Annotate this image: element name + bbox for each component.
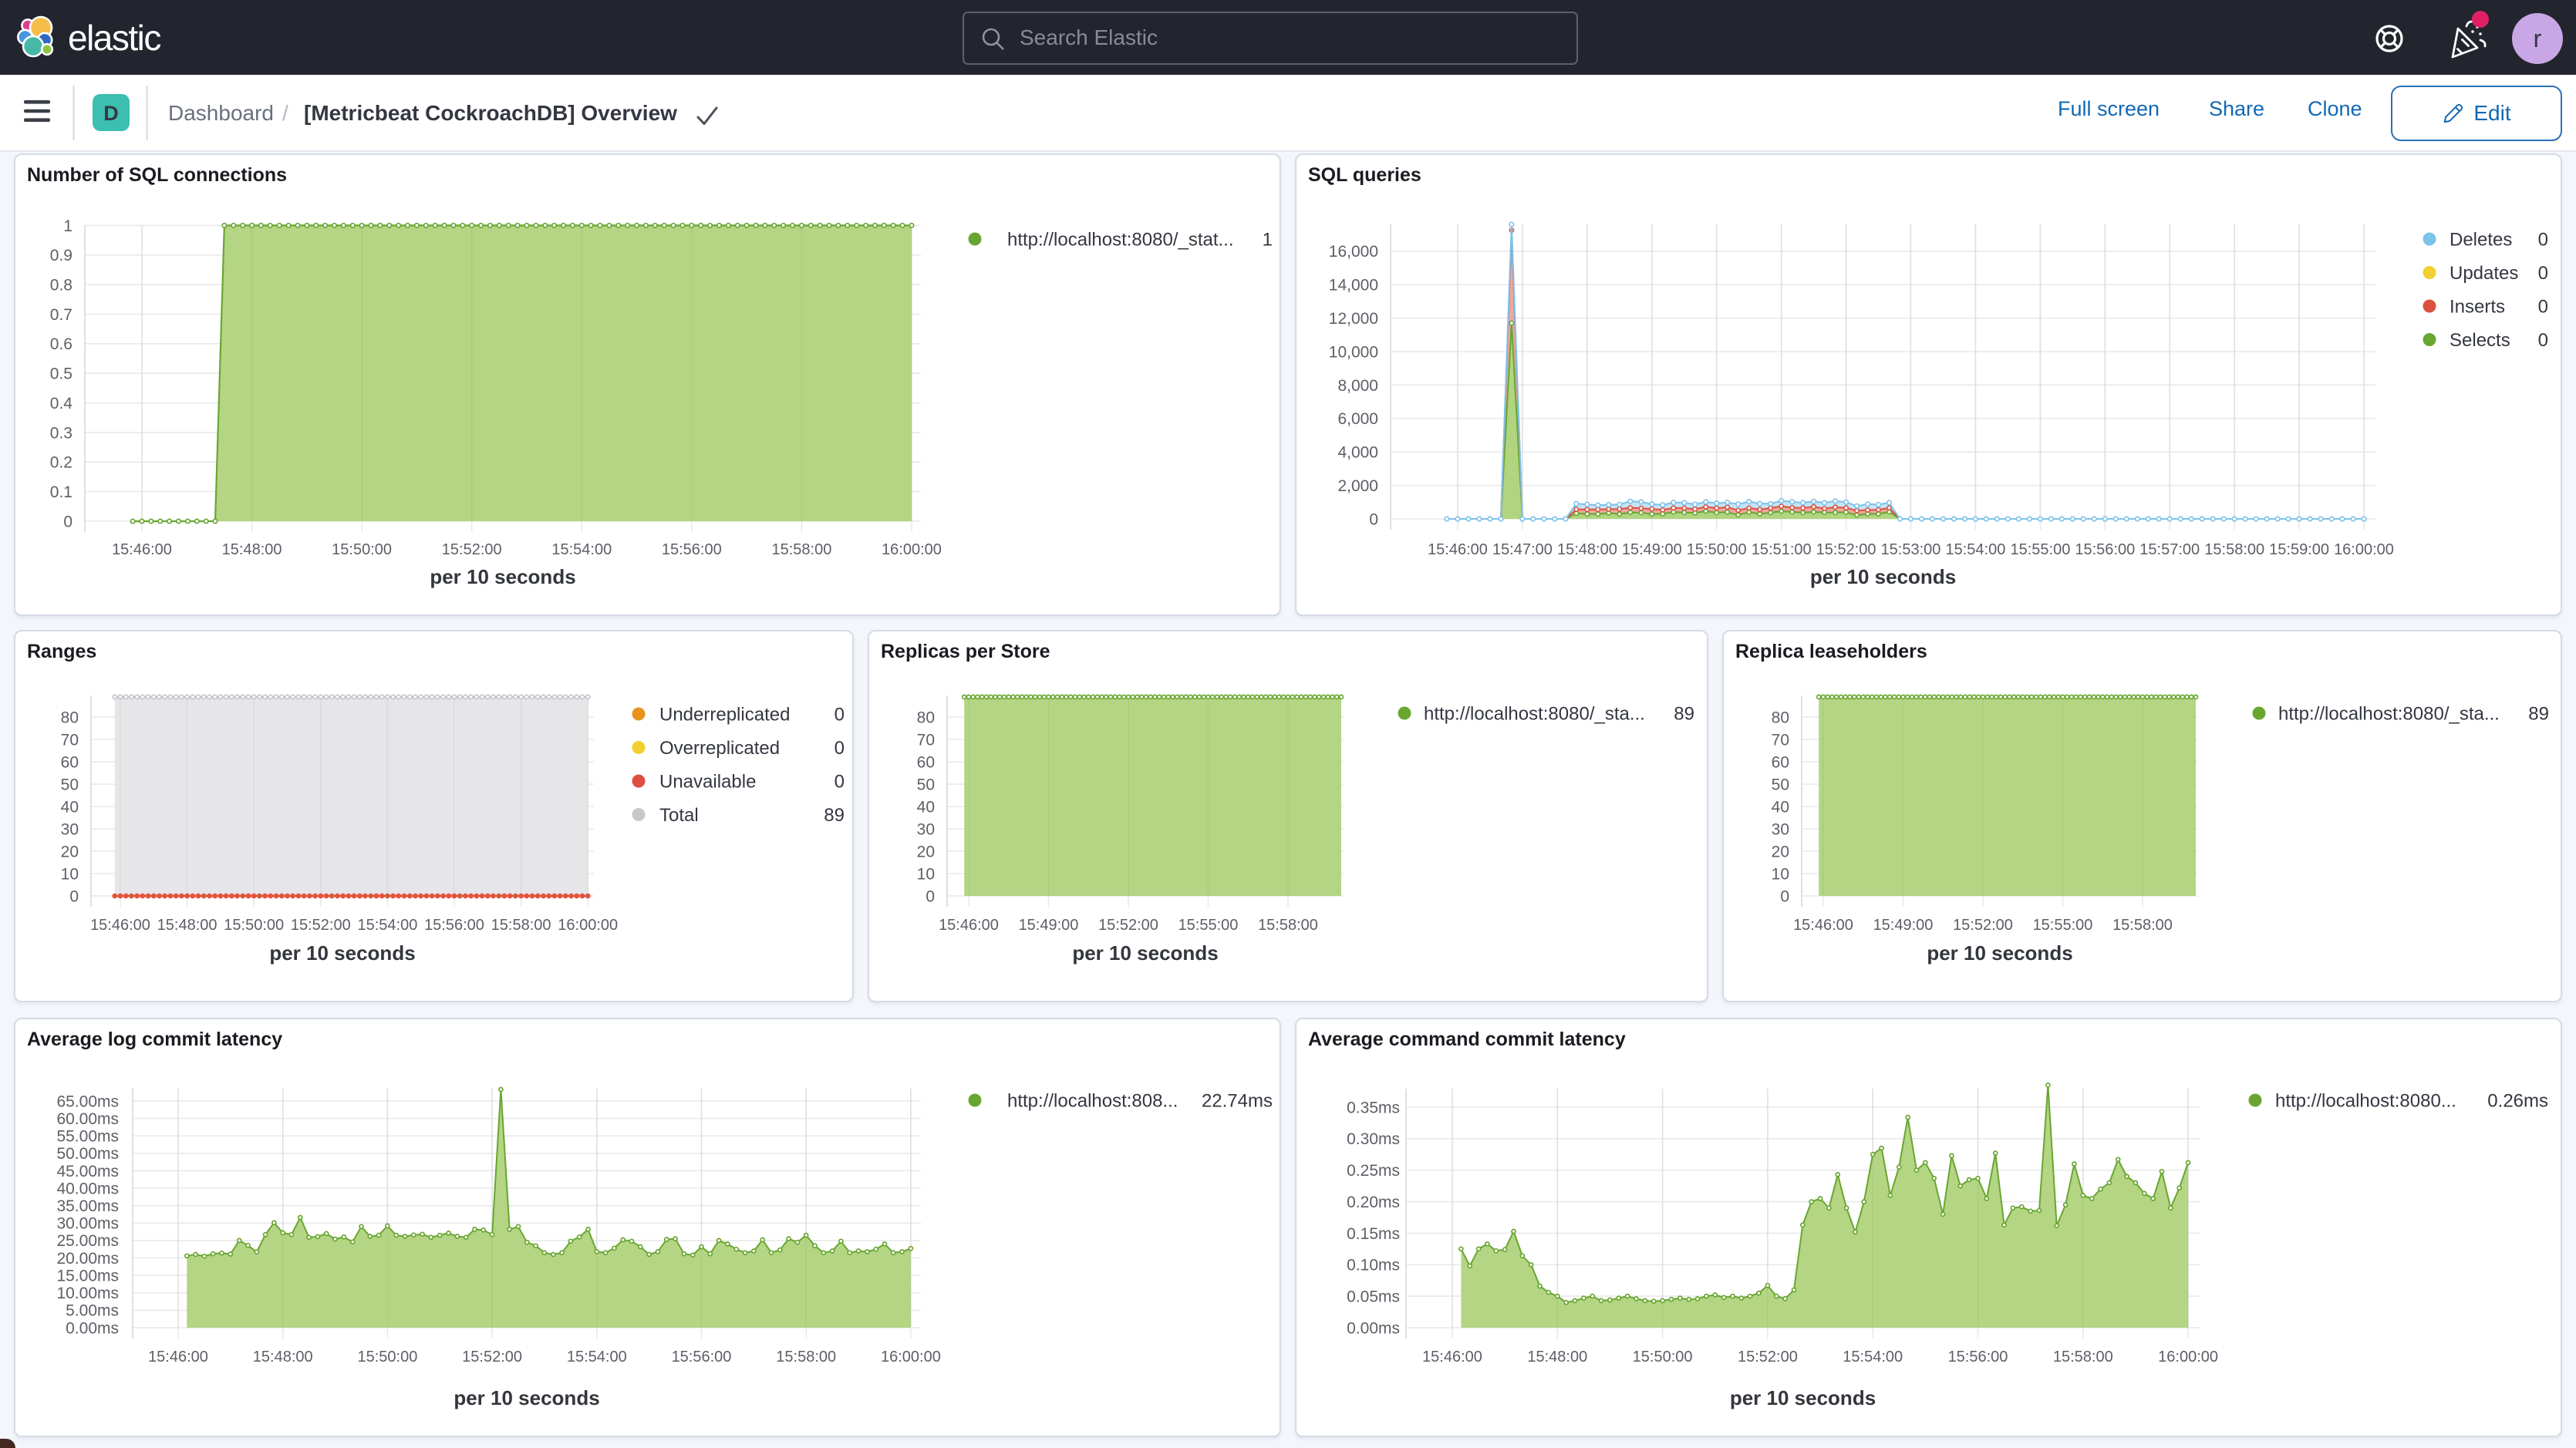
svg-text:r: r xyxy=(2534,25,2542,52)
svg-text:D: D xyxy=(103,102,119,125)
svg-text:[Metricbeat CockroachDB] Overv: [Metricbeat CockroachDB] Overview xyxy=(304,101,677,125)
svg-text:/: / xyxy=(282,101,288,125)
svg-text:Dashboard: Dashboard xyxy=(168,101,274,125)
